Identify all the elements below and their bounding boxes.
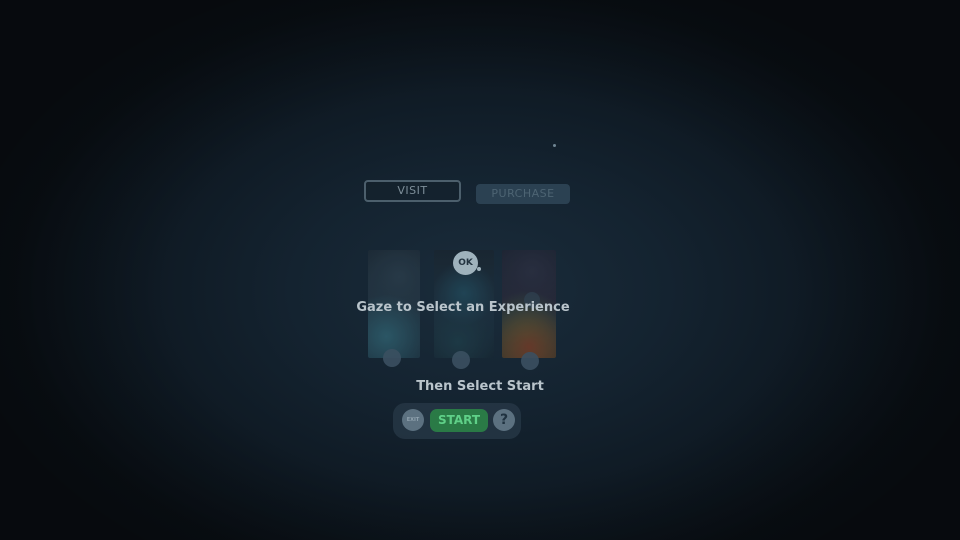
start-button[interactable]: START — [430, 409, 488, 432]
experience-select-radio-2[interactable] — [452, 351, 470, 369]
experience-select-radio-3[interactable] — [521, 352, 539, 370]
vr-scene: VISIT PURCHASE OK Gaze to Select an Expe… — [0, 0, 960, 540]
ok-cursor-dot — [477, 267, 481, 271]
start-instruction: Then Select Start — [416, 379, 544, 394]
gaze-pointer-dot — [553, 144, 556, 147]
experience-select-radio-1[interactable] — [383, 349, 401, 367]
ok-badge-icon: OK — [453, 251, 478, 275]
exit-button[interactable]: EXIT — [402, 409, 424, 431]
gaze-instruction: Gaze to Select an Experience — [356, 300, 570, 315]
purchase-button[interactable]: PURCHASE — [476, 184, 570, 204]
visit-button[interactable]: VISIT — [364, 180, 461, 202]
question-mark-icon[interactable]: ? — [493, 409, 515, 431]
